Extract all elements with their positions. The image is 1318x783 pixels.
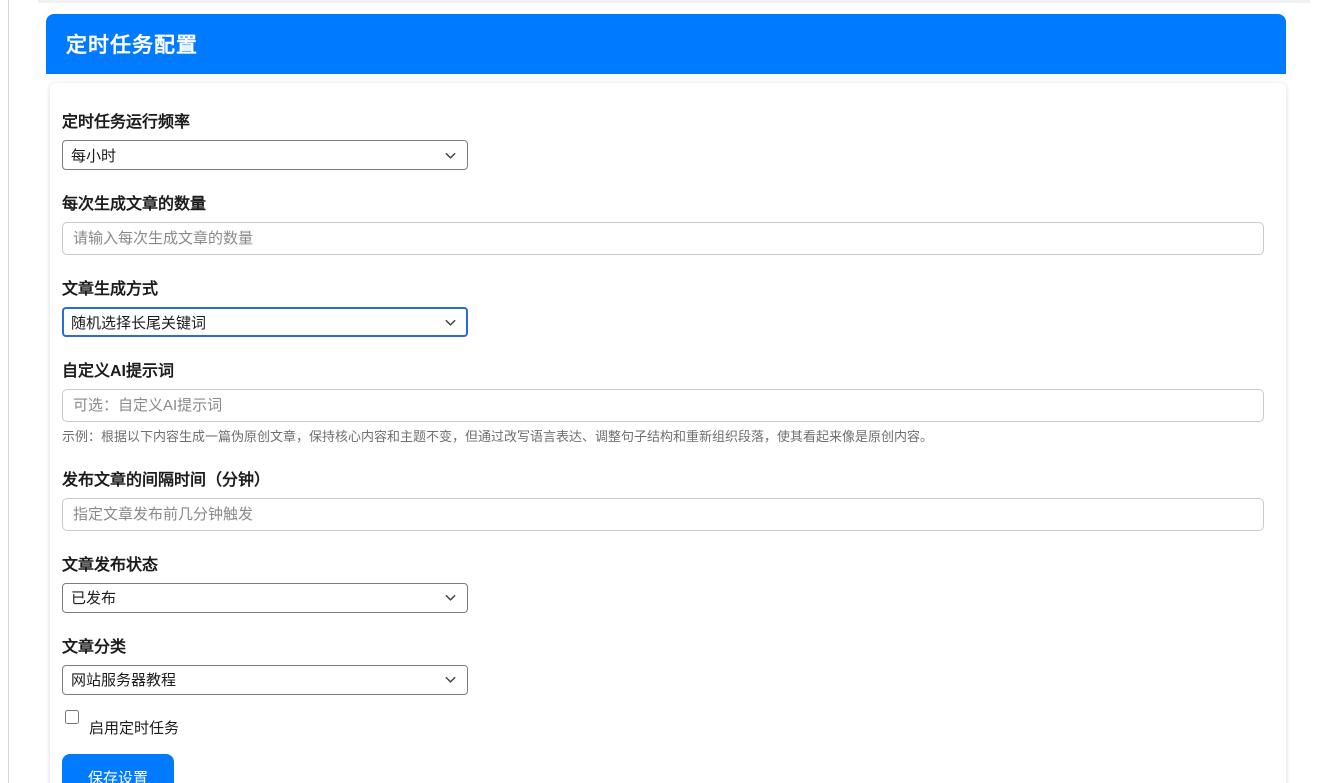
chevron-down-icon xyxy=(443,672,458,687)
frequency-select[interactable]: 每小时 xyxy=(62,140,468,170)
frequency-select-value: 每小时 xyxy=(71,145,116,166)
enable-task-checkbox[interactable] xyxy=(65,710,79,724)
field-label-publish-status: 文章发布状态 xyxy=(62,551,1264,575)
chevron-down-icon xyxy=(443,148,458,163)
chevron-down-icon xyxy=(443,315,458,330)
field-article-category: 文章分类 网站服务器教程 xyxy=(62,633,1264,695)
field-label-article-category: 文章分类 xyxy=(62,633,1264,657)
field-label-article-count: 每次生成文章的数量 xyxy=(62,190,1264,214)
publish-status-select[interactable]: 已发布 xyxy=(62,583,468,613)
publish-status-select-value: 已发布 xyxy=(71,587,116,608)
save-settings-button[interactable]: 保存设置 xyxy=(62,754,174,783)
generation-method-select-value: 随机选择长尾关键词 xyxy=(71,312,206,333)
enable-task-label: 启用定时任务 xyxy=(89,709,179,738)
field-label-publish-interval: 发布文章的间隔时间（分钟） xyxy=(62,466,1264,490)
field-ai-prompt: 自定义AI提示词 示例：根据以下内容生成一篇伪原创文章，保持核心内容和主题不变，… xyxy=(62,357,1264,446)
config-card: 定时任务运行频率 每小时 每次生成文章的数量 文章生成方式 随机选择长尾关键词 xyxy=(50,83,1286,783)
field-publish-status: 文章发布状态 已发布 xyxy=(62,551,1264,613)
field-label-generation-method: 文章生成方式 xyxy=(62,275,1264,299)
page: 定时任务配置 定时任务运行频率 每小时 每次生成文章的数量 文章生成方式 随机选… xyxy=(0,0,1318,783)
publish-interval-input[interactable] xyxy=(62,498,1264,531)
ai-prompt-input[interactable] xyxy=(62,389,1264,422)
ai-prompt-hint: 示例：根据以下内容生成一篇伪原创文章，保持核心内容和主题不变，但通过改写语言表达… xyxy=(62,429,1264,446)
enable-task-row: 启用定时任务 xyxy=(62,709,1264,738)
panel-header: 定时任务配置 xyxy=(46,14,1286,74)
generation-method-select[interactable]: 随机选择长尾关键词 xyxy=(62,307,468,337)
field-publish-interval: 发布文章的间隔时间（分钟） xyxy=(62,466,1264,531)
field-label-ai-prompt: 自定义AI提示词 xyxy=(62,357,1264,381)
field-frequency: 定时任务运行频率 每小时 xyxy=(62,108,1264,170)
field-label-frequency: 定时任务运行频率 xyxy=(62,108,1264,132)
top-edge-strip xyxy=(38,0,1310,3)
field-article-count: 每次生成文章的数量 xyxy=(62,190,1264,255)
article-count-input[interactable] xyxy=(62,222,1264,255)
article-category-select-value: 网站服务器教程 xyxy=(71,669,176,690)
article-category-select[interactable]: 网站服务器教程 xyxy=(62,665,468,695)
page-title: 定时任务配置 xyxy=(66,29,198,59)
field-generation-method: 文章生成方式 随机选择长尾关键词 xyxy=(62,275,1264,337)
left-divider xyxy=(8,0,9,783)
chevron-down-icon xyxy=(443,590,458,605)
